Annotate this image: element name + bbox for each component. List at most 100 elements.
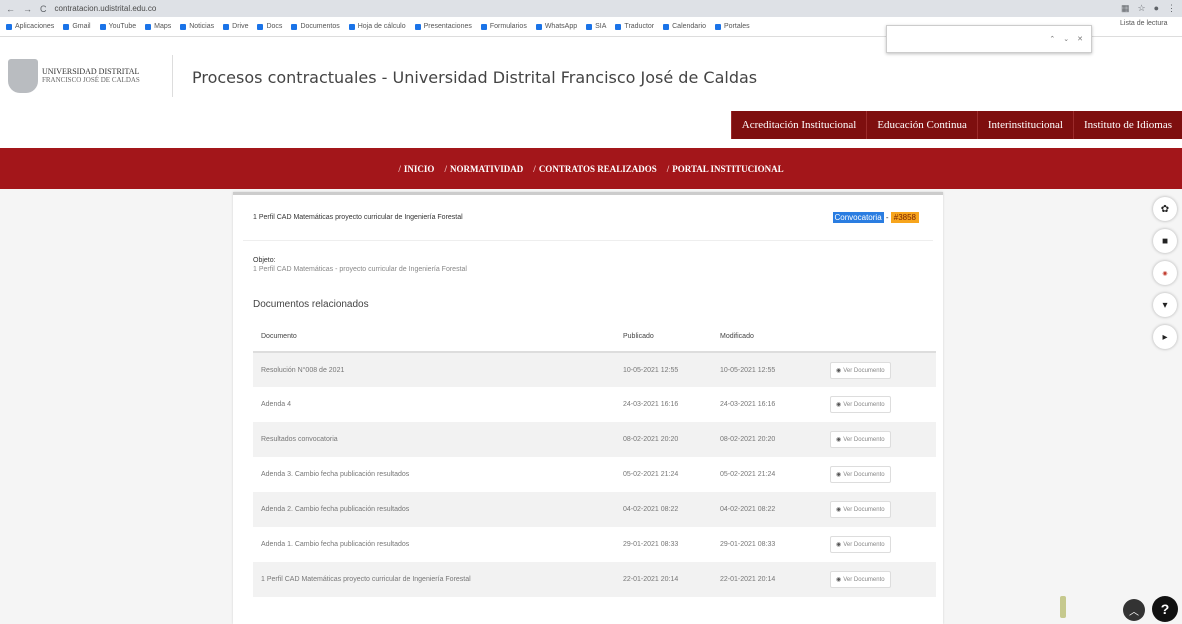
bookmark-icon [63, 23, 70, 30]
table-row: Adenda 3. Cambio fecha publicación resul… [253, 457, 936, 492]
bookmark-icon [6, 23, 12, 30]
address-bar[interactable]: contratacion.udistrital.edu.co [55, 4, 157, 13]
bookmark-item[interactable]: Traductor [615, 23, 654, 30]
back-icon[interactable]: ← [6, 4, 15, 14]
bookmark-item[interactable]: Documentos [291, 23, 340, 30]
eye-icon: ◉ [836, 542, 842, 548]
gear-icon[interactable]: ✿ [1153, 197, 1177, 221]
eye-icon: ◉ [836, 472, 842, 478]
menu-icon[interactable]: ⋮ [1167, 3, 1176, 14]
view-document-button[interactable]: ◉ Ver Documento [830, 466, 891, 483]
help-icon[interactable]: ? [1152, 596, 1178, 622]
cell-publicado: 10-05-2021 12:55 [615, 352, 712, 387]
bookmark-item[interactable]: Presentaciones [414, 23, 472, 30]
col-actions [822, 322, 936, 353]
nav-inicio[interactable]: INICIO [404, 164, 435, 174]
topnav-instituto-idiomas[interactable]: Instituto de Idiomas [1073, 111, 1182, 139]
main-navigation: / INICIO / NORMATIVIDAD / CONTRATOS REALIZA… [0, 148, 1182, 189]
star-icon[interactable]: ☆ [1137, 3, 1145, 14]
objeto-value: 1 Perfil CAD Matemáticas - proyecto curr… [253, 266, 467, 273]
chevron-up-icon[interactable]: ︿ [1123, 599, 1145, 621]
bookmark-icon [480, 23, 487, 30]
bookmark-label: Calendario [672, 23, 706, 30]
cell-modificado: 10-05-2021 12:55 [712, 352, 822, 387]
bookmark-icon [663, 23, 670, 30]
seal-icon[interactable]: ◉ [1153, 261, 1177, 285]
play-icon[interactable]: ▸ [1153, 325, 1177, 349]
cell-actions: ◉ Ver Documento [822, 422, 936, 457]
topnav-interinstitucional[interactable]: Interinstitucional [976, 111, 1073, 139]
eye-icon: ◉ [836, 507, 842, 513]
card-heading: 1 Perfil CAD Matemáticas proyecto curric… [253, 214, 463, 221]
chevron-up-icon[interactable]: ⌃ [1049, 35, 1055, 43]
bookmark-label: Aplicaciones [15, 23, 55, 30]
bookmark-icon [180, 23, 187, 30]
bookmark-item[interactable]: Maps [145, 23, 171, 30]
bookmark-icon [414, 23, 421, 30]
bookmark-item[interactable]: Formularios [480, 23, 527, 30]
scrollbar-thumb[interactable] [1060, 596, 1066, 618]
col-publicado: Publicado [615, 322, 712, 353]
find-bar: ⌃ ⌄ ✕ [886, 25, 1092, 53]
reload-icon[interactable]: C [40, 4, 47, 14]
close-icon[interactable]: ✕ [1077, 35, 1083, 43]
view-document-button[interactable]: ◉ Ver Documento [830, 501, 891, 518]
chevron-down-icon[interactable]: ⌄ [1063, 35, 1069, 43]
cell-actions: ◉ Ver Documento [822, 387, 936, 422]
bookmark-item[interactable]: Noticias [180, 23, 214, 30]
nav-normatividad[interactable]: NORMATIVIDAD [450, 164, 523, 174]
cell-publicado: 22-01-2021 20:14 [615, 562, 712, 597]
bookmark-item[interactable]: WhatsApp [535, 23, 577, 30]
bookmark-item[interactable]: YouTube [99, 23, 136, 30]
bookmark-icon [257, 23, 264, 30]
cart-icon[interactable]: ▾ [1153, 293, 1177, 317]
table-row: Adenda 4 24-03-2021 16:16 24-03-2021 16:16… [253, 387, 936, 422]
bookmark-item[interactable]: SIA [586, 23, 606, 30]
bookmark-item[interactable]: Calendario [663, 23, 706, 30]
topnav-educacion-continua[interactable]: Educación Continua [866, 111, 977, 139]
view-document-label: Ver Documento [843, 542, 885, 548]
bookmark-icon [99, 23, 106, 30]
list-icon[interactable]: ■ [1153, 229, 1177, 253]
cell-documento: Adenda 4 [261, 401, 291, 408]
reading-list-button[interactable]: Lista de lectura [1120, 20, 1167, 27]
floating-sidebar: ✿ ■ ◉ ▾ ▸ [1153, 197, 1177, 349]
view-document-button[interactable]: ◉ Ver Documento [830, 361, 891, 379]
cell-modificado: 05-02-2021 21:24 [720, 471, 776, 478]
bookmark-item[interactable]: Portales [714, 23, 750, 30]
cell-modificado: 08-02-2021 20:20 [712, 422, 822, 457]
bookmark-item[interactable]: Gmail [63, 23, 91, 30]
profile-icon[interactable]: ● [1154, 3, 1159, 14]
table-row: Adenda 2. Cambio fecha publicación resul… [253, 492, 936, 527]
university-logo[interactable]: UNIVERSIDAD DISTRITAL FRANCISCO JOSÉ DE … [8, 55, 173, 97]
col-modificado: Modificado [712, 322, 822, 353]
top-navigation: . Acreditación Institucional Educación C… [708, 111, 1182, 139]
cell-publicado: 04-02-2021 08:22 [615, 492, 712, 527]
bookmark-label: Traductor [624, 23, 655, 30]
convocatoria-label: Convocatoria [832, 212, 884, 223]
forward-icon[interactable]: → [23, 4, 32, 14]
view-document-button[interactable]: ◉ Ver Documento [830, 571, 891, 588]
page-title: Procesos contractuales - Universidad Dis… [192, 68, 758, 87]
nav-portal-institucional[interactable]: PORTAL INSTITUCIONAL [672, 164, 783, 174]
bookmark-item[interactable]: Aplicaciones [6, 23, 54, 30]
bookmark-label: Docs [266, 23, 283, 30]
extensions-icon[interactable]: ▦ [1121, 3, 1130, 14]
bookmark-item[interactable]: Hoja de cálculo [348, 23, 406, 30]
cell-actions: ◉ Ver Documento [822, 527, 936, 562]
bookmark-item[interactable]: Docs [257, 23, 282, 30]
view-document-button[interactable]: ◉ Ver Documento [830, 396, 891, 413]
card-header: 1 Perfil CAD Matemáticas proyecto curric… [243, 195, 933, 241]
cell-publicado: 05-02-2021 21:24 [623, 471, 679, 478]
cell-actions: ◉ Ver Documento [822, 352, 936, 387]
cell-actions: ◉ Ver Documento [822, 492, 936, 527]
view-document-button[interactable]: ◉ Ver Documento [830, 536, 891, 553]
topnav-acreditacion[interactable]: Acreditación Institucional [730, 111, 867, 139]
col-documento: Documento [253, 322, 615, 353]
bookmark-item[interactable]: Drive [223, 23, 248, 30]
view-document-label: Ver Documento [843, 402, 885, 408]
table-row: Resultados convocatoria 08-02-2021 20:20 0… [253, 422, 936, 457]
nav-contratos-realizados[interactable]: CONTRATOS REALIZADOS [539, 164, 657, 174]
eye-icon: ◉ [836, 402, 842, 408]
view-document-button[interactable]: ◉ Ver Documento [830, 431, 891, 448]
